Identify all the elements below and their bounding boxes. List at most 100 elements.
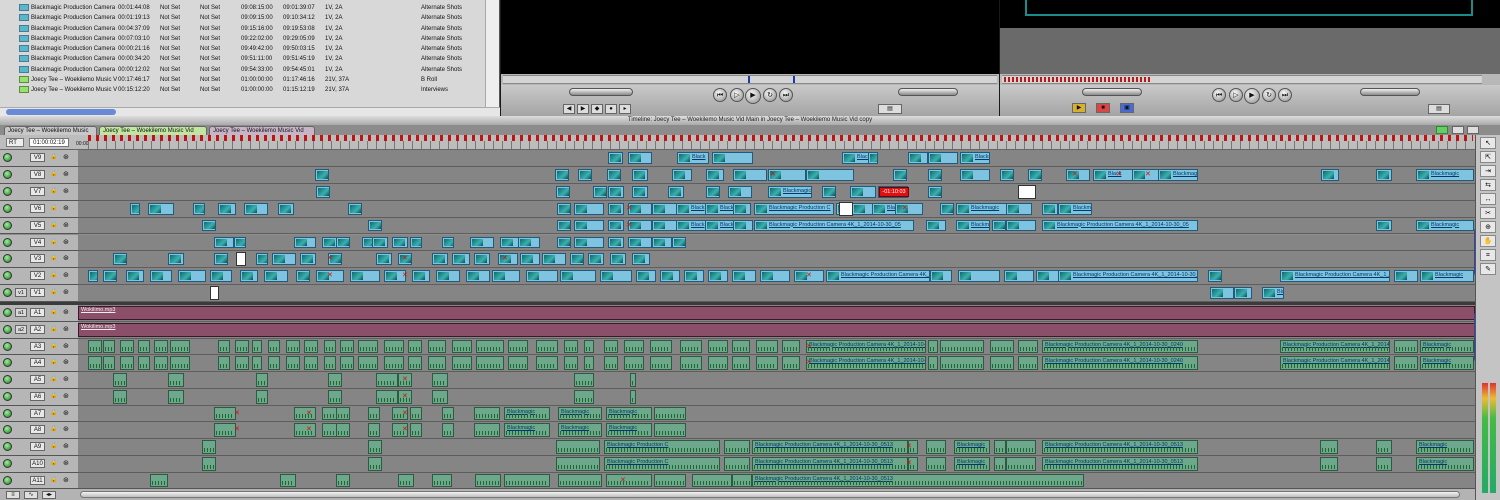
viewer-play-button[interactable]: ▶	[745, 88, 761, 104]
video-clip[interactable]	[557, 236, 571, 249]
render-bar-icon[interactable]	[1436, 126, 1448, 134]
target-icon[interactable]: ⊛	[63, 375, 72, 384]
audio-clip[interactable]	[1018, 339, 1038, 354]
target-icon[interactable]: ⊛	[63, 238, 72, 247]
video-clip[interactable]	[193, 202, 205, 215]
transition-clip[interactable]	[236, 252, 246, 267]
track-name-v4[interactable]: V4	[30, 237, 45, 247]
video-clip[interactable]	[168, 253, 184, 266]
audio-clip[interactable]	[268, 339, 280, 354]
video-clip[interactable]	[628, 152, 652, 164]
audio-clip[interactable]	[650, 356, 672, 370]
video-clip[interactable]	[294, 236, 316, 249]
audio-clip[interactable]	[154, 356, 168, 370]
audio-clip[interactable]	[584, 356, 594, 370]
audio-clip[interactable]	[536, 339, 558, 354]
audio-clip[interactable]: Blackmagic	[1420, 339, 1474, 354]
audio-clip[interactable]	[604, 356, 618, 370]
track-enable-icon[interactable]	[3, 408, 12, 418]
audio-clip[interactable]	[732, 473, 752, 488]
video-clip[interactable]	[733, 202, 751, 215]
audio-clip[interactable]	[442, 406, 454, 421]
audio-clip[interactable]	[504, 473, 550, 488]
audio-clip[interactable]	[170, 356, 190, 370]
audio-clip[interactable]	[410, 423, 422, 437]
video-clip[interactable]: Blackmagic	[960, 152, 990, 164]
video-clip[interactable]: Blackmagic	[1416, 168, 1474, 181]
video-clip[interactable]	[684, 270, 704, 283]
video-clip[interactable]	[1210, 287, 1234, 300]
video-clip[interactable]: Blackmagic Production C	[768, 185, 812, 198]
audio-clip[interactable]	[442, 423, 454, 437]
audio-clip[interactable]	[214, 406, 236, 421]
video-clip[interactable]	[256, 253, 268, 266]
audio-clip[interactable]	[252, 339, 262, 354]
audio-clip[interactable]	[452, 339, 472, 354]
lock-icon[interactable]: 🔒	[50, 204, 58, 213]
video-clip[interactable]	[518, 236, 540, 249]
video-clip[interactable]	[672, 168, 692, 181]
audio-clip[interactable]: Blackmagic Production Camera 4K_1_2014-1…	[1042, 339, 1198, 354]
zoom-tool-icon[interactable]: ⊕	[1480, 221, 1496, 233]
audio-clip[interactable]	[476, 339, 504, 354]
video-clip[interactable]	[210, 270, 232, 283]
track-enable-icon[interactable]	[3, 442, 12, 451]
audio-clip[interactable]	[336, 423, 350, 437]
audio-clip[interactable]	[1320, 440, 1338, 454]
track-name-a8[interactable]: A8	[30, 425, 45, 435]
audio-clip[interactable]	[340, 339, 354, 354]
audio-clip[interactable]: Blackmagic Production Camera 4K_1_2014-1…	[752, 473, 1084, 488]
video-clip[interactable]	[272, 253, 296, 266]
audio-clip[interactable]	[336, 406, 350, 421]
audio-clip[interactable]	[120, 356, 134, 370]
video-clip[interactable]	[300, 253, 316, 266]
video-clip[interactable]	[244, 202, 268, 215]
audio-clip[interactable]	[994, 440, 1006, 454]
video-clip[interactable]	[520, 253, 540, 266]
video-clip[interactable]	[608, 219, 624, 232]
video-clip[interactable]	[1376, 168, 1392, 181]
audio-clip[interactable]: Blackmagic	[1420, 356, 1474, 370]
target-icon[interactable]: ⊛	[63, 409, 72, 418]
clip-overlays-icon[interactable]: ∿	[24, 491, 38, 499]
track-name-a6[interactable]: A6	[30, 391, 45, 401]
audio-clip[interactable]: Blackmagic	[1416, 440, 1474, 454]
video-clip[interactable]	[652, 236, 672, 249]
transition-clip[interactable]	[839, 201, 853, 216]
audio-clip[interactable]	[564, 356, 578, 370]
canvas-generator-button[interactable]: ▤	[1428, 104, 1450, 114]
audio-clip[interactable]	[1376, 456, 1392, 471]
audio-clip[interactable]	[654, 423, 686, 437]
video-clip[interactable]	[350, 270, 380, 283]
video-clip[interactable]: Blackmagic Production Camera 4K_1_2014-1…	[826, 270, 930, 283]
audio-clip[interactable]	[476, 356, 504, 370]
track-name-a5[interactable]: A5	[30, 375, 45, 384]
audio-clip[interactable]	[410, 406, 422, 421]
audio-clip[interactable]	[88, 356, 102, 370]
video-clip[interactable]	[113, 253, 127, 266]
target-icon[interactable]: ⊛	[63, 342, 72, 351]
browser-vertical-scrollbar[interactable]	[485, 0, 499, 108]
music-clip[interactable]: Wokilimo.mp3	[78, 306, 1475, 320]
video-clip[interactable]	[578, 168, 592, 181]
canvas-play-around-button[interactable]: ↻	[1262, 88, 1276, 102]
browser-row[interactable]: Blackmagic Production Camera 4K 00:01:44:…	[0, 3, 470, 13]
browser-row[interactable]: Joecy Tee – Woekilemo Music Vid 00:17:46:…	[0, 75, 470, 85]
audio-clip[interactable]	[428, 356, 446, 370]
video-clip[interactable]: Blackmagic Production C	[754, 202, 834, 215]
video-clip[interactable]	[1006, 202, 1032, 215]
audio-clip[interactable]	[432, 473, 452, 488]
video-clip[interactable]	[733, 168, 767, 181]
video-clip[interactable]	[958, 270, 1000, 283]
audio-clip[interactable]: Blackmagic Production Camera 4K_1_2014-1…	[1280, 356, 1390, 370]
video-clip[interactable]	[600, 270, 632, 283]
target-icon[interactable]: ⊛	[63, 358, 72, 367]
video-clip[interactable]	[574, 236, 604, 249]
video-clip[interactable]	[706, 168, 724, 181]
music-clip[interactable]: Wokilimo.mp3	[78, 322, 1475, 337]
audio-clip[interactable]	[940, 356, 984, 370]
audio-clip[interactable]: Blackmagic Production Camera 4K_1_2014-1…	[1042, 456, 1198, 471]
video-clip[interactable]	[1394, 270, 1418, 283]
audio-clip[interactable]	[304, 339, 318, 354]
video-clip[interactable]	[500, 236, 520, 249]
